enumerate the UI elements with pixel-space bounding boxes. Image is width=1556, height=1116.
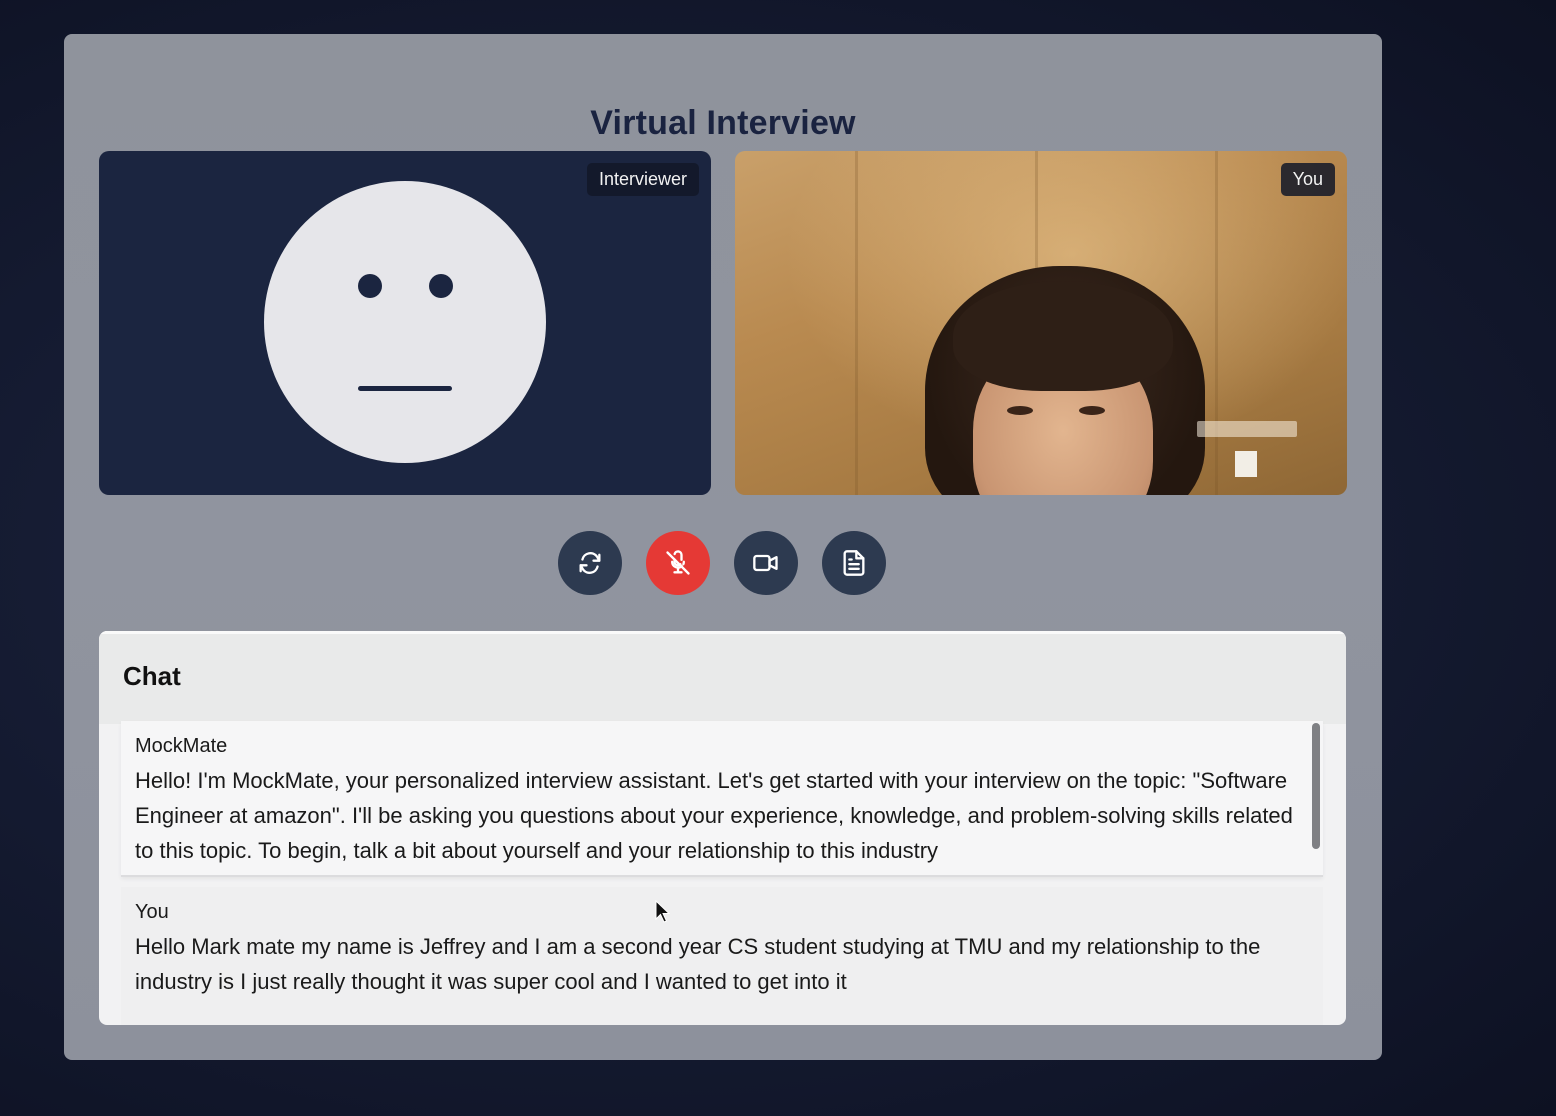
wall-paper-note — [1235, 451, 1257, 477]
interview-panel: Virtual Interview Interviewer You Chat M… — [64, 34, 1382, 1060]
mouse-pointer-icon — [655, 900, 671, 923]
chat-panel: Chat MockMate Hello! I'm MockMate, your … — [99, 631, 1346, 1025]
interviewer-video-tile: Interviewer — [99, 151, 711, 495]
user-video-tile: You — [735, 151, 1347, 495]
message-text: Hello! I'm MockMate, your personalized i… — [135, 768, 1293, 863]
document-icon — [843, 550, 865, 576]
video-camera-icon — [753, 554, 778, 572]
person-bangs — [953, 281, 1173, 391]
avatar-left-eye — [358, 274, 382, 298]
wall-panel-seam — [855, 151, 858, 495]
page-title: Virtual Interview — [590, 104, 856, 142]
person-left-eye — [1007, 406, 1033, 415]
switch-camera-icon — [579, 552, 601, 574]
chat-message-list[interactable]: MockMate Hello! I'm MockMate, your perso… — [99, 721, 1346, 1025]
chat-title: Chat — [123, 661, 181, 691]
wall-sign — [1197, 421, 1297, 437]
message-sender: You — [135, 901, 169, 923]
chat-message: You Hello Mark mate my name is Jeffrey a… — [121, 887, 1323, 1025]
message-sender: MockMate — [135, 735, 228, 757]
switch-camera-button[interactable] — [558, 531, 622, 595]
mute-microphone-button[interactable] — [646, 531, 710, 595]
mic-off-icon — [666, 550, 690, 575]
avatar-mouth — [358, 386, 452, 391]
avatar-right-eye — [429, 274, 453, 298]
chat-scrollbar[interactable] — [1312, 723, 1320, 849]
person-right-eye — [1079, 406, 1105, 415]
toggle-video-button[interactable] — [734, 531, 798, 595]
wall-panel-seam — [1215, 151, 1218, 495]
message-text: Hello Mark mate my name is Jeffrey and I… — [135, 934, 1261, 994]
transcript-button[interactable] — [822, 531, 886, 595]
you-label: You — [1280, 163, 1335, 196]
chat-message: MockMate Hello! I'm MockMate, your perso… — [121, 721, 1323, 877]
interviewer-label: Interviewer — [586, 163, 699, 196]
chat-header: Chat — [99, 631, 1346, 724]
call-controls — [558, 531, 886, 595]
interviewer-avatar-face — [264, 181, 546, 463]
